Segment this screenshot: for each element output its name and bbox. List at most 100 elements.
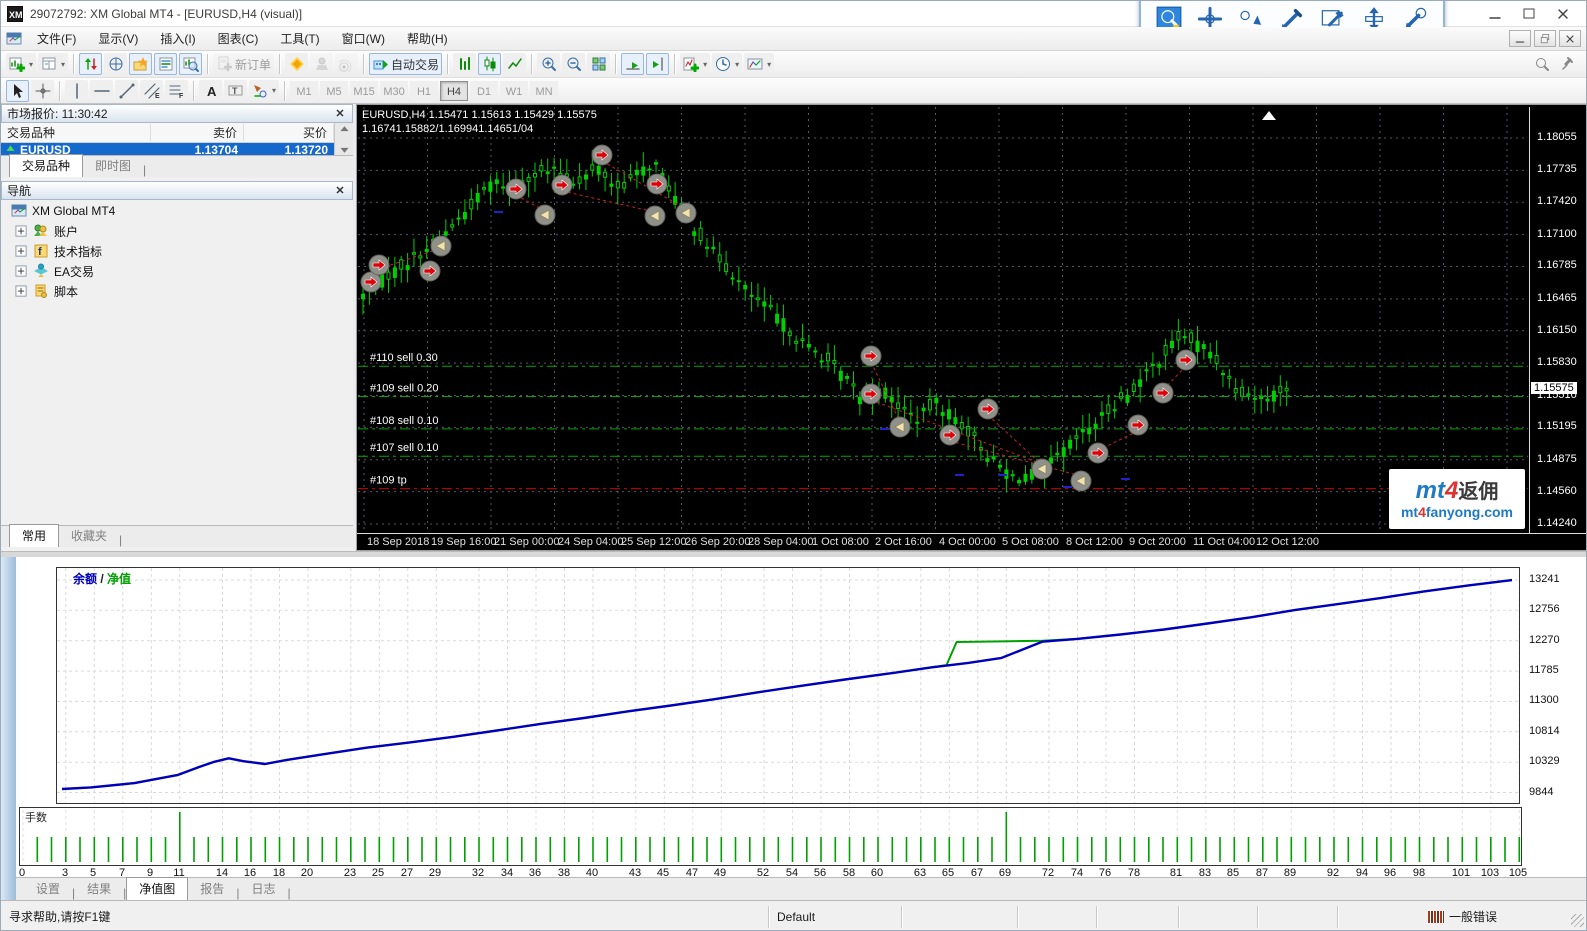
menu-item-3[interactable]: 图表(C)	[207, 26, 270, 51]
mdi-close-button[interactable]	[1559, 30, 1581, 47]
text-label-button[interactable]: T	[224, 80, 247, 102]
tester-tab-2[interactable]: 净值图	[126, 877, 188, 900]
arrows-tool-button[interactable]: ▾	[249, 80, 279, 102]
price-tick: 1.14240	[1537, 517, 1577, 529]
market-watch-close-icon[interactable]: ✕	[333, 107, 347, 120]
equity-tick: 12270	[1529, 634, 1560, 646]
status-empty-cell	[902, 906, 1018, 928]
indicators-button[interactable]: ▾	[680, 53, 710, 75]
horizontal-line-button[interactable]	[90, 80, 113, 102]
text-button[interactable]: A	[199, 80, 222, 102]
navigator-tab-0[interactable]: 常用	[9, 524, 59, 547]
navigator-item-2[interactable]: EA交易	[1, 261, 353, 281]
tester-tab-0[interactable]: 设置	[24, 878, 72, 900]
toolbar-search-icon[interactable]	[1534, 56, 1550, 72]
date-tick: 9 Oct 20:00	[1129, 536, 1186, 548]
auto-scroll-button[interactable]	[621, 53, 644, 75]
signal-button[interactable]	[335, 53, 358, 75]
navigator-tab-1[interactable]: 收藏夹	[59, 525, 119, 547]
timeframe-mn-button[interactable]: MN	[530, 81, 558, 101]
navigator-item-3[interactable]: 脚本	[1, 281, 353, 301]
candlestick-chart[interactable]: #110 sell 0.30#109 sell 0.20#108 sell 0.…	[358, 107, 1528, 533]
expand-icon[interactable]	[15, 285, 28, 298]
navigator-close-icon[interactable]: ✕	[333, 184, 347, 197]
equidistant-channel-button[interactable]: E	[140, 80, 163, 102]
price-axis: 1.180551.177351.174201.171001.167851.164…	[1529, 107, 1587, 533]
navigator-item-1[interactable]: f技术指标	[1, 241, 353, 261]
new-order-button[interactable]: 新订单	[213, 53, 274, 75]
navigator-root[interactable]: XM Global MT4	[1, 201, 353, 221]
timeframe-d1-button[interactable]: D1	[470, 81, 498, 101]
timeframe-w1-button[interactable]: W1	[500, 81, 528, 101]
navigator-button[interactable]	[129, 53, 152, 75]
toolbar-separator	[531, 54, 532, 74]
mt4-document-icon	[6, 31, 22, 47]
expand-icon[interactable]	[15, 245, 28, 258]
expand-icon[interactable]	[15, 225, 28, 238]
metaeditor-button[interactable]	[285, 53, 308, 75]
minimize-button[interactable]	[1478, 2, 1512, 26]
menu-item-5[interactable]: 窗口(W)	[331, 26, 396, 51]
periods-button[interactable]: ▾	[712, 53, 742, 75]
price-tick: 1.16150	[1537, 324, 1577, 336]
svg-text:f: f	[38, 246, 42, 258]
timeframe-m5-button[interactable]: M5	[320, 81, 348, 101]
user-button[interactable]	[310, 53, 333, 75]
new-chart-button[interactable]: ▾	[6, 53, 36, 75]
navigator-item-0[interactable]: 账户	[1, 221, 353, 241]
zoom-out-button[interactable]	[562, 53, 585, 75]
cursor-button[interactable]	[6, 80, 29, 102]
resize-grip[interactable]	[1571, 914, 1584, 927]
menu-item-6[interactable]: 帮助(H)	[396, 26, 459, 51]
fibonacci-button[interactable]: F	[165, 80, 188, 102]
templates-button[interactable]: ▾	[744, 53, 774, 75]
candle-chart-button[interactable]	[478, 53, 501, 75]
trend-line-button[interactable]	[115, 80, 138, 102]
lots-histogram	[19, 807, 1522, 866]
tester-tab-1[interactable]: 结果	[75, 878, 123, 900]
toolbar-pin-icon[interactable]	[1560, 56, 1576, 72]
tester-tab-3[interactable]: 报告	[188, 878, 236, 900]
expand-icon[interactable]	[15, 265, 28, 278]
menu-item-1[interactable]: 显示(V)	[87, 26, 149, 51]
mdi-minimize-button[interactable]	[1509, 30, 1531, 47]
equity-chart[interactable]	[56, 567, 1520, 804]
bar-chart-button[interactable]	[453, 53, 476, 75]
market-watch-scrollbar[interactable]	[334, 123, 353, 156]
timeframe-m30-button[interactable]: M30	[380, 81, 408, 101]
chart-shift-button[interactable]	[646, 53, 669, 75]
timeframe-h4-button[interactable]: H4	[440, 81, 468, 101]
price-tick: 1.18055	[1537, 131, 1577, 143]
zoom-in-button[interactable]	[537, 53, 560, 75]
lots-label: 手数	[25, 809, 47, 825]
timeframe-m1-button[interactable]: M1	[290, 81, 318, 101]
strategy-tester-button[interactable]	[179, 53, 202, 75]
menu-item-2[interactable]: 插入(I)	[149, 26, 206, 51]
market-watch-tab-0[interactable]: 交易品种	[9, 154, 83, 177]
svg-text:#108 sell 0.10: #108 sell 0.10	[370, 415, 439, 427]
close-button[interactable]	[1546, 2, 1580, 26]
data-window-button[interactable]	[104, 53, 127, 75]
menu-item-4[interactable]: 工具(T)	[269, 26, 330, 51]
timeframe-m15-button[interactable]: M15	[350, 81, 378, 101]
maximize-button[interactable]	[1512, 2, 1546, 26]
date-tick: 2 Oct 16:00	[875, 536, 932, 548]
autotrading-button[interactable]: 自动交易	[369, 53, 442, 75]
crosshair-button[interactable]	[31, 80, 54, 102]
vertical-line-button[interactable]	[65, 80, 88, 102]
price-tick: 1.15195	[1537, 420, 1577, 432]
date-tick: 1 Oct 08:00	[812, 536, 869, 548]
chevron-down-icon: ▾	[735, 60, 739, 69]
tester-tab-4[interactable]: 日志	[239, 878, 287, 900]
profiles-button[interactable]: ▾	[38, 53, 68, 75]
tile-windows-button[interactable]	[587, 53, 610, 75]
line-chart-button[interactable]	[503, 53, 526, 75]
menu-item-0[interactable]: 文件(F)	[26, 26, 87, 51]
market-watch-tab-1[interactable]: 即时图	[83, 155, 143, 177]
svg-text:XM: XM	[9, 10, 23, 20]
terminal-button[interactable]	[154, 53, 177, 75]
mdi-restore-button[interactable]	[1534, 30, 1556, 47]
scroll-up-icon[interactable]	[338, 123, 351, 136]
timeframe-h1-button[interactable]: H1	[410, 81, 438, 101]
market-watch-button[interactable]	[79, 53, 102, 75]
